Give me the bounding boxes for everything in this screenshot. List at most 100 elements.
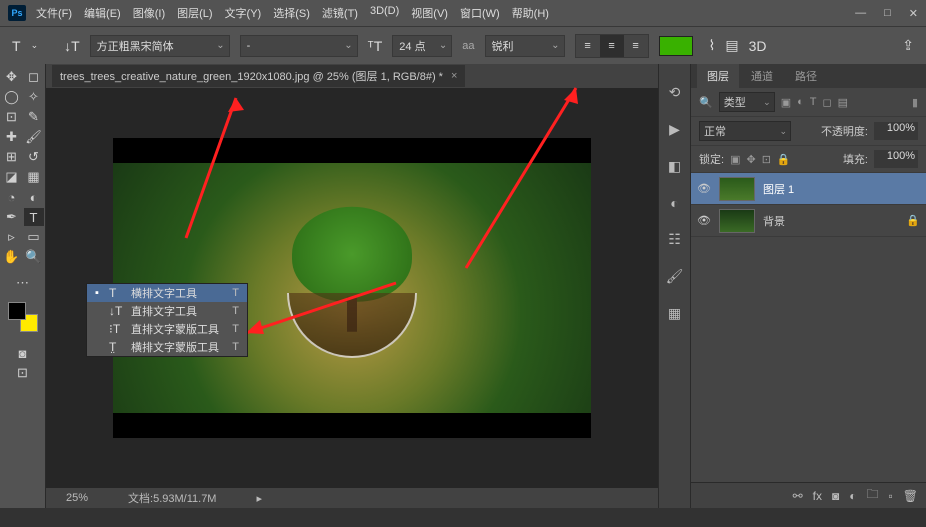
marquee-tool[interactable]: ◻ — [24, 68, 44, 86]
visibility-toggle-icon[interactable]: 👁 — [697, 182, 711, 195]
font-family-dropdown[interactable]: 方正粗黑宋简体 — [90, 35, 230, 57]
filter-type-dropdown[interactable]: 类型 — [719, 92, 775, 112]
blur-tool[interactable]: ◔ — [2, 188, 22, 206]
layer-mask-icon[interactable]: ◙ — [832, 489, 839, 503]
font-style-dropdown[interactable]: - — [240, 35, 358, 57]
document-tab[interactable]: trees_trees_creative_nature_green_1920x1… — [52, 65, 465, 87]
layer-item[interactable]: 👁 背景 🔒 — [691, 205, 926, 237]
search-icon[interactable]: 🔍 — [699, 96, 713, 109]
menu-layer[interactable]: 图层(L) — [177, 5, 212, 21]
layer-name[interactable]: 背景 — [763, 213, 785, 229]
gradient-tool[interactable]: ▦ — [24, 168, 44, 186]
adjustment-layer-icon[interactable]: ◐ — [849, 489, 856, 503]
type-tool[interactable]: T — [24, 208, 44, 226]
menu-help[interactable]: 帮助(H) — [512, 5, 549, 21]
character-panel-icon[interactable]: ▤ — [725, 37, 738, 54]
delete-layer-icon[interactable]: 🗑 — [903, 489, 918, 503]
healing-tool[interactable]: ✚ — [2, 128, 22, 146]
layer-name[interactable]: 图层 1 — [763, 181, 794, 197]
shape-tool[interactable]: ▭ — [24, 228, 44, 246]
eraser-tool[interactable]: ◪ — [2, 168, 22, 186]
adjustments-panel-icon[interactable]: ◐ — [670, 195, 678, 211]
layer-thumbnail[interactable] — [719, 177, 755, 201]
opacity-input[interactable]: 100% — [874, 122, 918, 140]
libraries-panel-icon[interactable]: ☷ — [668, 231, 681, 248]
crop-tool[interactable]: ⊡ — [2, 108, 22, 126]
lock-position-icon[interactable]: ✥ — [746, 153, 755, 166]
minimize-button[interactable]: — — [855, 7, 866, 20]
tab-channels[interactable]: 通道 — [741, 64, 783, 88]
close-button[interactable]: ✕ — [909, 7, 918, 20]
tab-layers[interactable]: 图层 — [697, 64, 739, 88]
chevron-down-icon[interactable]: ⌄ — [31, 40, 39, 51]
menu-window[interactable]: 窗口(W) — [460, 5, 500, 21]
layer-item[interactable]: 👁 图层 1 — [691, 173, 926, 205]
eyedropper-tool[interactable]: ✎ — [24, 108, 44, 126]
text-orientation-icon[interactable]: ↓T — [64, 38, 80, 54]
tab-paths[interactable]: 路径 — [785, 64, 827, 88]
filter-shape-icon[interactable]: ◻ — [823, 96, 832, 109]
menu-type[interactable]: 文字(Y) — [225, 5, 262, 21]
filter-toggle-icon[interactable]: ▮ — [912, 96, 918, 109]
status-chevron-icon[interactable]: ▸ — [256, 492, 262, 505]
foreground-color[interactable] — [8, 302, 26, 320]
layer-thumbnail[interactable] — [719, 209, 755, 233]
properties-panel-icon[interactable]: ◧ — [668, 158, 681, 175]
menu-edit[interactable]: 编辑(E) — [84, 5, 121, 21]
brush-tool[interactable]: 🖌 — [24, 128, 44, 146]
align-right-button[interactable]: ≡ — [624, 35, 648, 57]
filter-smart-icon[interactable]: ▤ — [838, 96, 848, 109]
swatches-panel-icon[interactable]: ▦ — [668, 305, 681, 322]
menu-3d[interactable]: 3D(D) — [370, 5, 399, 21]
history-panel-icon[interactable]: ⟲ — [669, 84, 681, 101]
menu-file[interactable]: 文件(F) — [36, 5, 72, 21]
screen-mode-toggle[interactable]: ⊡ — [13, 364, 33, 382]
maximize-button[interactable]: □ — [884, 7, 891, 20]
path-select-tool[interactable]: ▹ — [2, 228, 22, 246]
move-tool[interactable]: ✥ — [2, 68, 22, 86]
fill-input[interactable]: 100% — [874, 150, 918, 168]
menu-image[interactable]: 图像(I) — [133, 5, 165, 21]
brushes-panel-icon[interactable]: 🖌 — [666, 268, 684, 285]
flyout-horizontal-type[interactable]: ▪ T 横排文字工具 T — [87, 284, 247, 302]
history-brush-tool[interactable]: ↺ — [24, 148, 44, 166]
magic-wand-tool[interactable]: ✧ — [24, 88, 44, 106]
edit-toolbar[interactable]: ⋯ — [13, 274, 33, 292]
stamp-tool[interactable]: ⊞ — [2, 148, 22, 166]
filter-adjustment-icon[interactable]: ◐ — [797, 96, 804, 109]
zoom-tool[interactable]: 🔍 — [24, 248, 44, 266]
lock-artboard-icon[interactable]: ⊡ — [762, 153, 771, 166]
lasso-tool[interactable]: ◯ — [2, 88, 22, 106]
quick-mask-toggle[interactable]: ◙ — [13, 344, 33, 362]
zoom-level[interactable]: 25% — [66, 492, 88, 504]
text-color-swatch[interactable] — [659, 36, 693, 56]
warp-text-icon[interactable]: ⌇ — [709, 37, 716, 54]
link-layers-icon[interactable]: ⚯ — [793, 489, 803, 503]
align-center-button[interactable]: ≡ — [600, 35, 624, 57]
flyout-vertical-type[interactable]: ↓T 直排文字工具 T — [87, 302, 247, 320]
new-layer-icon[interactable]: ▫ — [889, 489, 893, 503]
blend-mode-dropdown[interactable]: 正常 — [699, 121, 791, 141]
menu-view[interactable]: 视图(V) — [411, 5, 448, 21]
visibility-toggle-icon[interactable]: 👁 — [697, 214, 711, 227]
dodge-tool[interactable]: ◐ — [24, 188, 44, 206]
share-icon[interactable]: ⇪ — [902, 37, 914, 54]
actions-panel-icon[interactable]: ▶ — [669, 121, 680, 138]
align-left-button[interactable]: ≡ — [576, 35, 600, 57]
lock-all-icon[interactable]: 🔒 — [777, 153, 791, 166]
flyout-horizontal-type-mask[interactable]: T̤ 横排文字蒙版工具 T — [87, 338, 247, 356]
layer-style-icon[interactable]: fx — [813, 489, 822, 503]
hand-tool[interactable]: ✋ — [2, 248, 22, 266]
menu-select[interactable]: 选择(S) — [273, 5, 310, 21]
color-swatches[interactable] — [8, 302, 38, 332]
lock-pixels-icon[interactable]: ▣ — [730, 153, 740, 166]
antialias-dropdown[interactable]: 锐利 — [485, 35, 565, 57]
pen-tool[interactable]: ✒ — [2, 208, 22, 226]
font-size-dropdown[interactable]: 24 点 — [392, 35, 452, 57]
filter-pixel-icon[interactable]: ▣ — [781, 96, 791, 109]
flyout-vertical-type-mask[interactable]: ⁝T 直排文字蒙版工具 T — [87, 320, 247, 338]
tab-close-icon[interactable]: × — [451, 70, 457, 82]
3d-text-icon[interactable]: 3D — [749, 38, 767, 54]
filter-type-icon[interactable]: T — [810, 96, 817, 109]
layer-group-icon[interactable]: 🗀 — [866, 485, 878, 506]
